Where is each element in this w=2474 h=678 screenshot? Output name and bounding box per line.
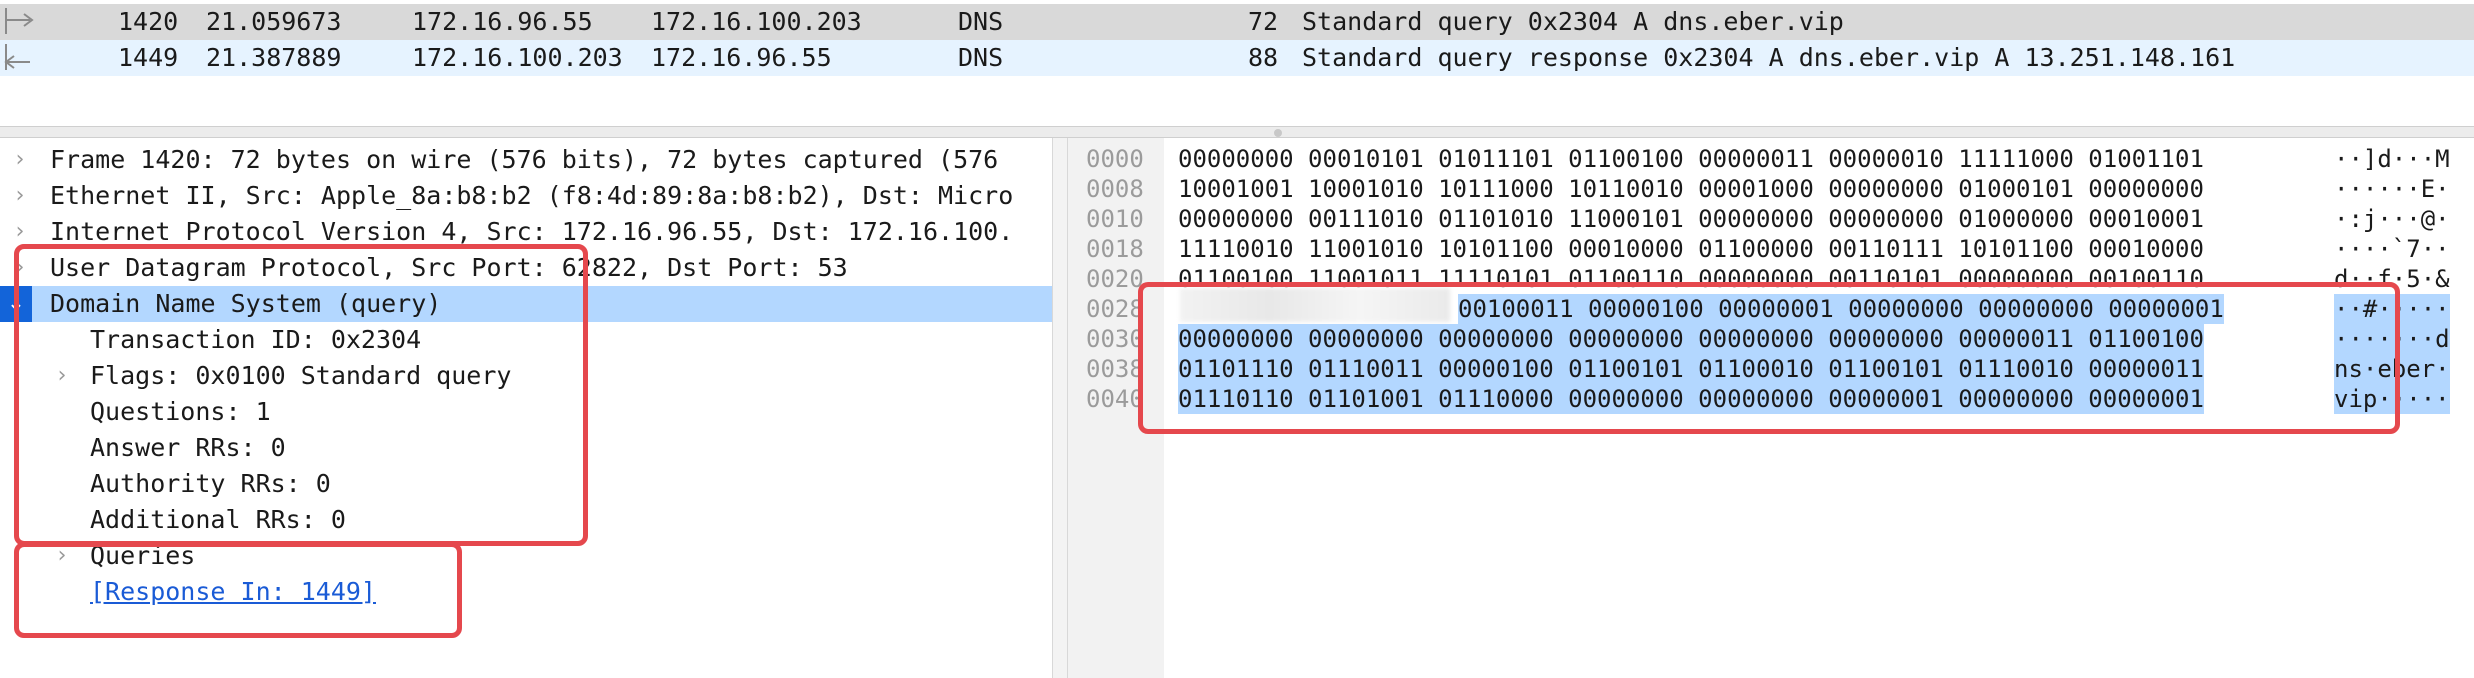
packet-list[interactable]: 1420 21.059673 172.16.96.55 172.16.100.2… bbox=[0, 0, 2474, 126]
packet-destination: 172.16.100.203 bbox=[651, 7, 862, 36]
packet-no: 1420 bbox=[118, 7, 179, 36]
byte-offset: 0018 bbox=[1086, 235, 1144, 263]
annotation-box-dns-bytes bbox=[1138, 282, 2400, 434]
packet-no: 1449 bbox=[118, 43, 179, 72]
byte-ascii[interactable]: ··]d···M bbox=[2334, 144, 2450, 174]
pane-divider-horizontal[interactable] bbox=[0, 126, 2474, 138]
byte-bits[interactable]: 00000000 00111010 01101010 11000101 0000… bbox=[1178, 204, 2204, 234]
packet-protocol: DNS bbox=[958, 43, 1004, 72]
byte-ascii[interactable]: ·:j···@· bbox=[2334, 204, 2450, 234]
packet-source: 172.16.96.55 bbox=[412, 7, 593, 36]
chevron-right-icon[interactable]: › bbox=[8, 178, 32, 214]
pane-divider-vertical[interactable] bbox=[1052, 138, 1068, 678]
packet-info: Standard query 0x2304 A dns.eber.vip bbox=[1302, 7, 1844, 36]
response-arrow-icon bbox=[4, 44, 30, 70]
byte-bits[interactable]: 10001001 10001010 10111000 10110010 0000… bbox=[1178, 174, 2204, 204]
packet-length: 72 bbox=[1248, 7, 1279, 36]
packet-row-1420[interactable]: 1420 21.059673 172.16.96.55 172.16.100.2… bbox=[0, 4, 2474, 40]
byte-ascii[interactable]: ····`7·· bbox=[2334, 234, 2450, 264]
annotation-box-queries bbox=[14, 542, 462, 638]
packet-bytes-pane[interactable]: 0000 00000000 00010101 01011101 01100100… bbox=[1068, 138, 2474, 678]
tree-item-ethernet[interactable]: › Ethernet II, Src: Apple_8a:b8:b2 (f8:4… bbox=[0, 178, 1052, 214]
packet-destination: 172.16.96.55 bbox=[651, 43, 832, 72]
byte-bits[interactable]: 00000000 00010101 01011101 01100100 0000… bbox=[1178, 144, 2204, 174]
packet-time: 21.059673 bbox=[206, 7, 342, 36]
divider-grip-icon[interactable] bbox=[1274, 129, 1282, 137]
tree-item-label: Ethernet II, Src: Apple_8a:b8:b2 (f8:4d:… bbox=[50, 181, 1014, 210]
byte-offset: 0010 bbox=[1086, 205, 1144, 233]
packet-details-pane[interactable]: › Frame 1420: 72 bytes on wire (576 bits… bbox=[0, 138, 1052, 678]
packet-time: 21.387889 bbox=[206, 43, 342, 72]
annotation-box-dns-header bbox=[14, 244, 588, 546]
packet-info: Standard query response 0x2304 A dns.ebe… bbox=[1302, 43, 2236, 72]
request-arrow-icon bbox=[5, 8, 34, 34]
byte-offset: 0008 bbox=[1086, 175, 1144, 203]
byte-offset: 0000 bbox=[1086, 145, 1144, 173]
chevron-right-icon[interactable]: › bbox=[8, 142, 32, 178]
byte-bits[interactable]: 11110010 11001010 10101100 00010000 0110… bbox=[1178, 234, 2204, 264]
packet-protocol: DNS bbox=[958, 7, 1004, 36]
packet-source: 172.16.100.203 bbox=[412, 43, 623, 72]
tree-item-label: Frame 1420: 72 bytes on wire (576 bits),… bbox=[50, 145, 999, 174]
byte-ascii[interactable]: ······E· bbox=[2334, 174, 2450, 204]
packet-row-1449[interactable]: 1449 21.387889 172.16.100.203 172.16.96.… bbox=[0, 40, 2474, 76]
packet-length: 88 bbox=[1248, 43, 1279, 72]
tree-item-frame[interactable]: › Frame 1420: 72 bytes on wire (576 bits… bbox=[0, 142, 1052, 178]
